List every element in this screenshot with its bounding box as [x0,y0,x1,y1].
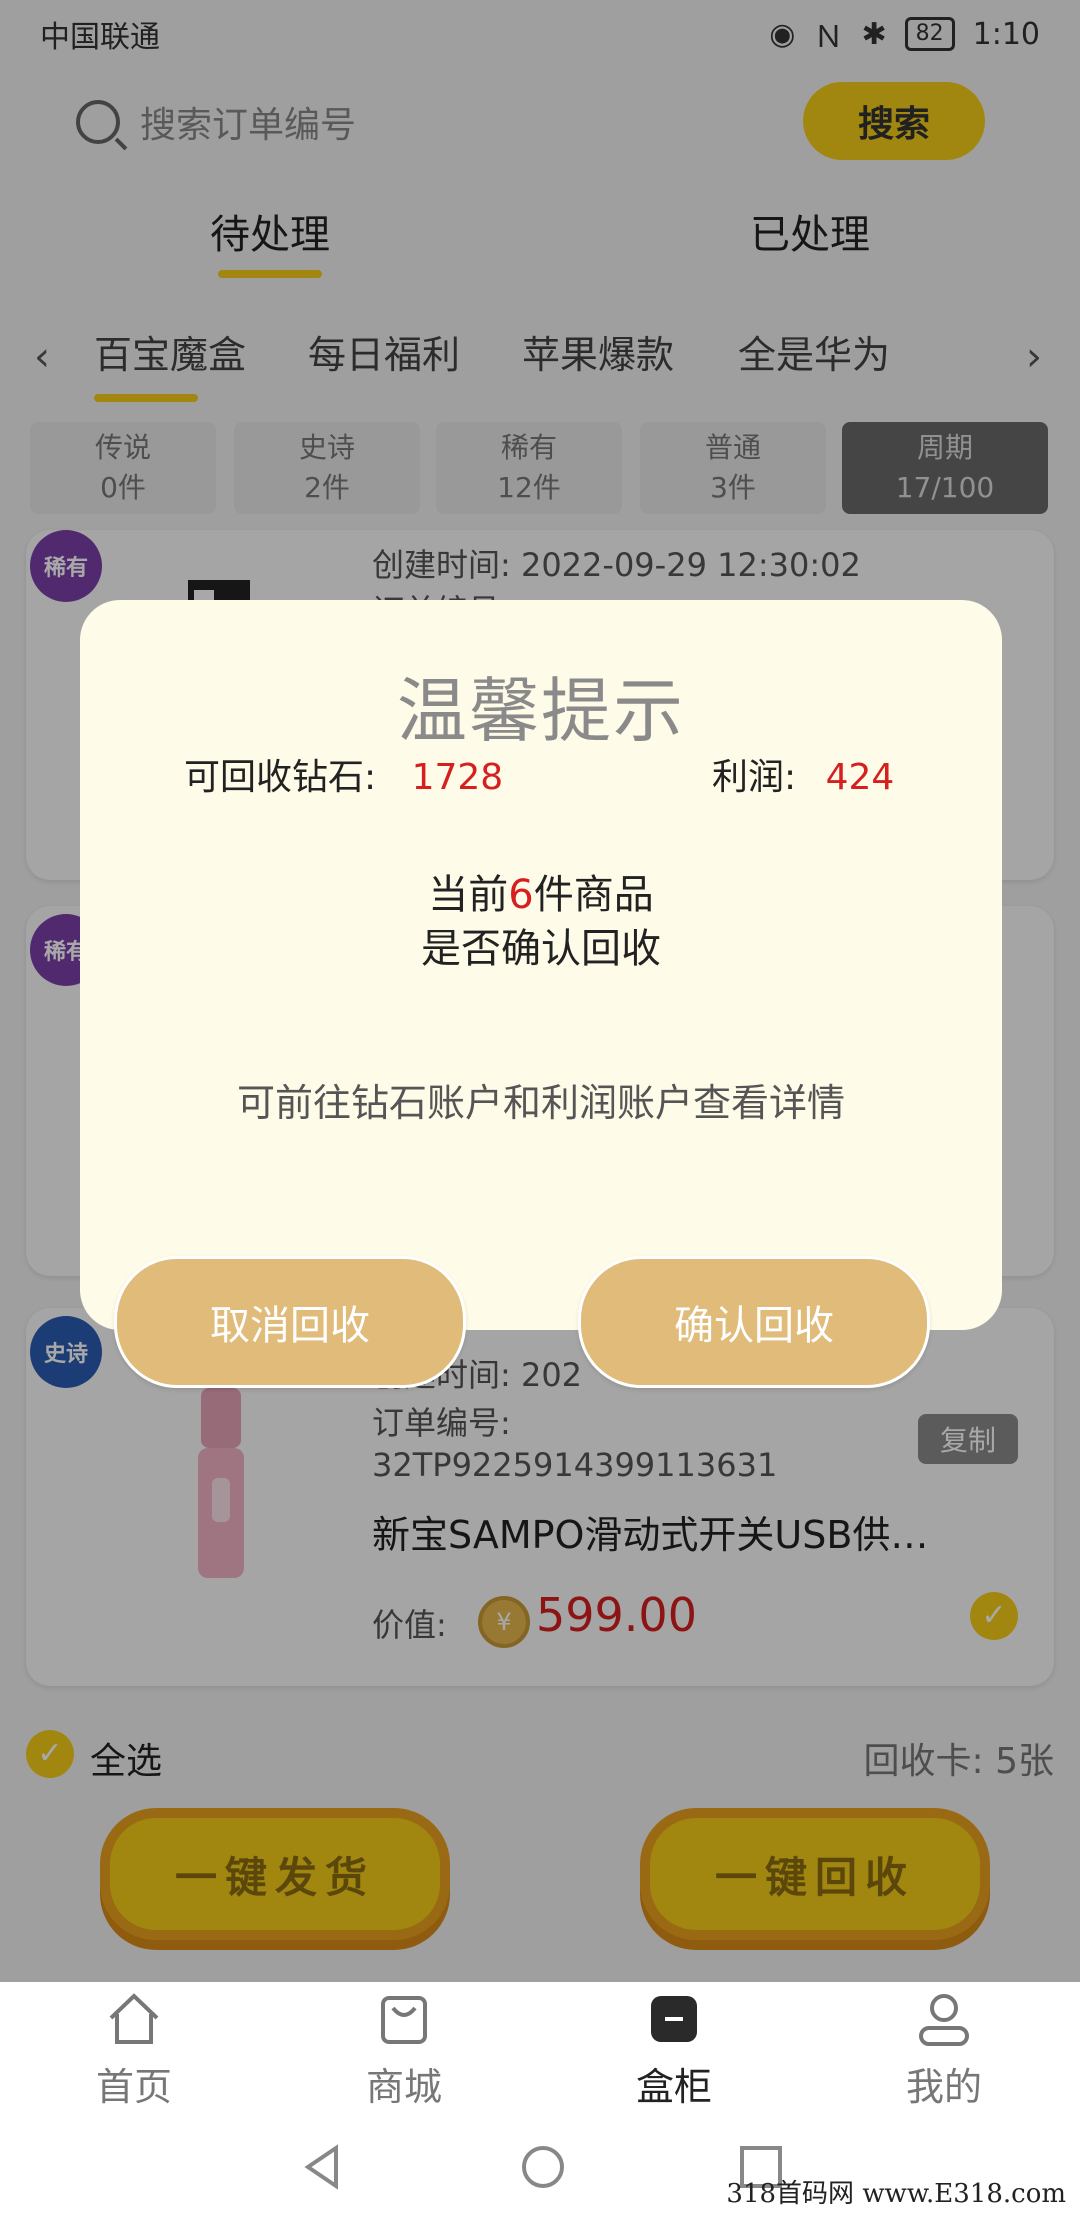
bottom-nav: 首页 商城 盒柜 我的 [0,1982,1080,2122]
diamond-row: 可回收钻石: 1728 [184,748,503,800]
nav-label: 我的 [905,2065,982,2109]
diamond-label: 可回收钻石: [184,757,377,798]
cabinet-icon [651,1996,697,2042]
home-icon [109,1993,159,2044]
shopping-bag-icon [381,1996,427,2044]
confirm-question: 是否确认回收 [421,926,661,972]
nav-profile[interactable]: 我的 [854,1990,1034,2111]
nav-label: 盒柜 [635,2065,712,2109]
user-icon [919,1994,969,2046]
nav-home[interactable]: 首页 [44,1990,224,2111]
recycle-confirm-dialog: 温馨提示 可回收钻石: 1728 利润: 424 当前6件商品 是否确认回收 可… [80,600,1002,1388]
home-circle-icon[interactable] [518,2142,568,2192]
item-count-line: 当前6件商品 [80,862,1002,920]
cancel-recycle-button[interactable]: 取消回收 [114,1256,466,1388]
nav-label: 商城 [365,2065,442,2109]
nav-label: 首页 [95,2065,172,2109]
profit-label: 利润: [712,757,797,798]
profit-row: 利润: 424 [712,748,894,800]
item-count-suffix: 件商品 [533,872,654,918]
nav-cabinet[interactable]: 盒柜 [584,1990,764,2111]
dialog-note: 可前往钻石账户和利润账户查看详情 [236,1081,845,1125]
item-count: 6 [508,872,534,918]
diamond-value: 1728 [411,757,504,798]
confirm-recycle-button[interactable]: 确认回收 [578,1256,930,1388]
profit-value: 424 [825,757,895,798]
watermark: 318首码网 www.E318.com [726,2179,1066,2209]
dialog-title: 温馨提示 [397,670,685,752]
back-icon[interactable] [300,2142,344,2192]
item-count-prefix: 当前 [428,872,509,918]
nav-mall[interactable]: 商城 [314,1990,494,2111]
